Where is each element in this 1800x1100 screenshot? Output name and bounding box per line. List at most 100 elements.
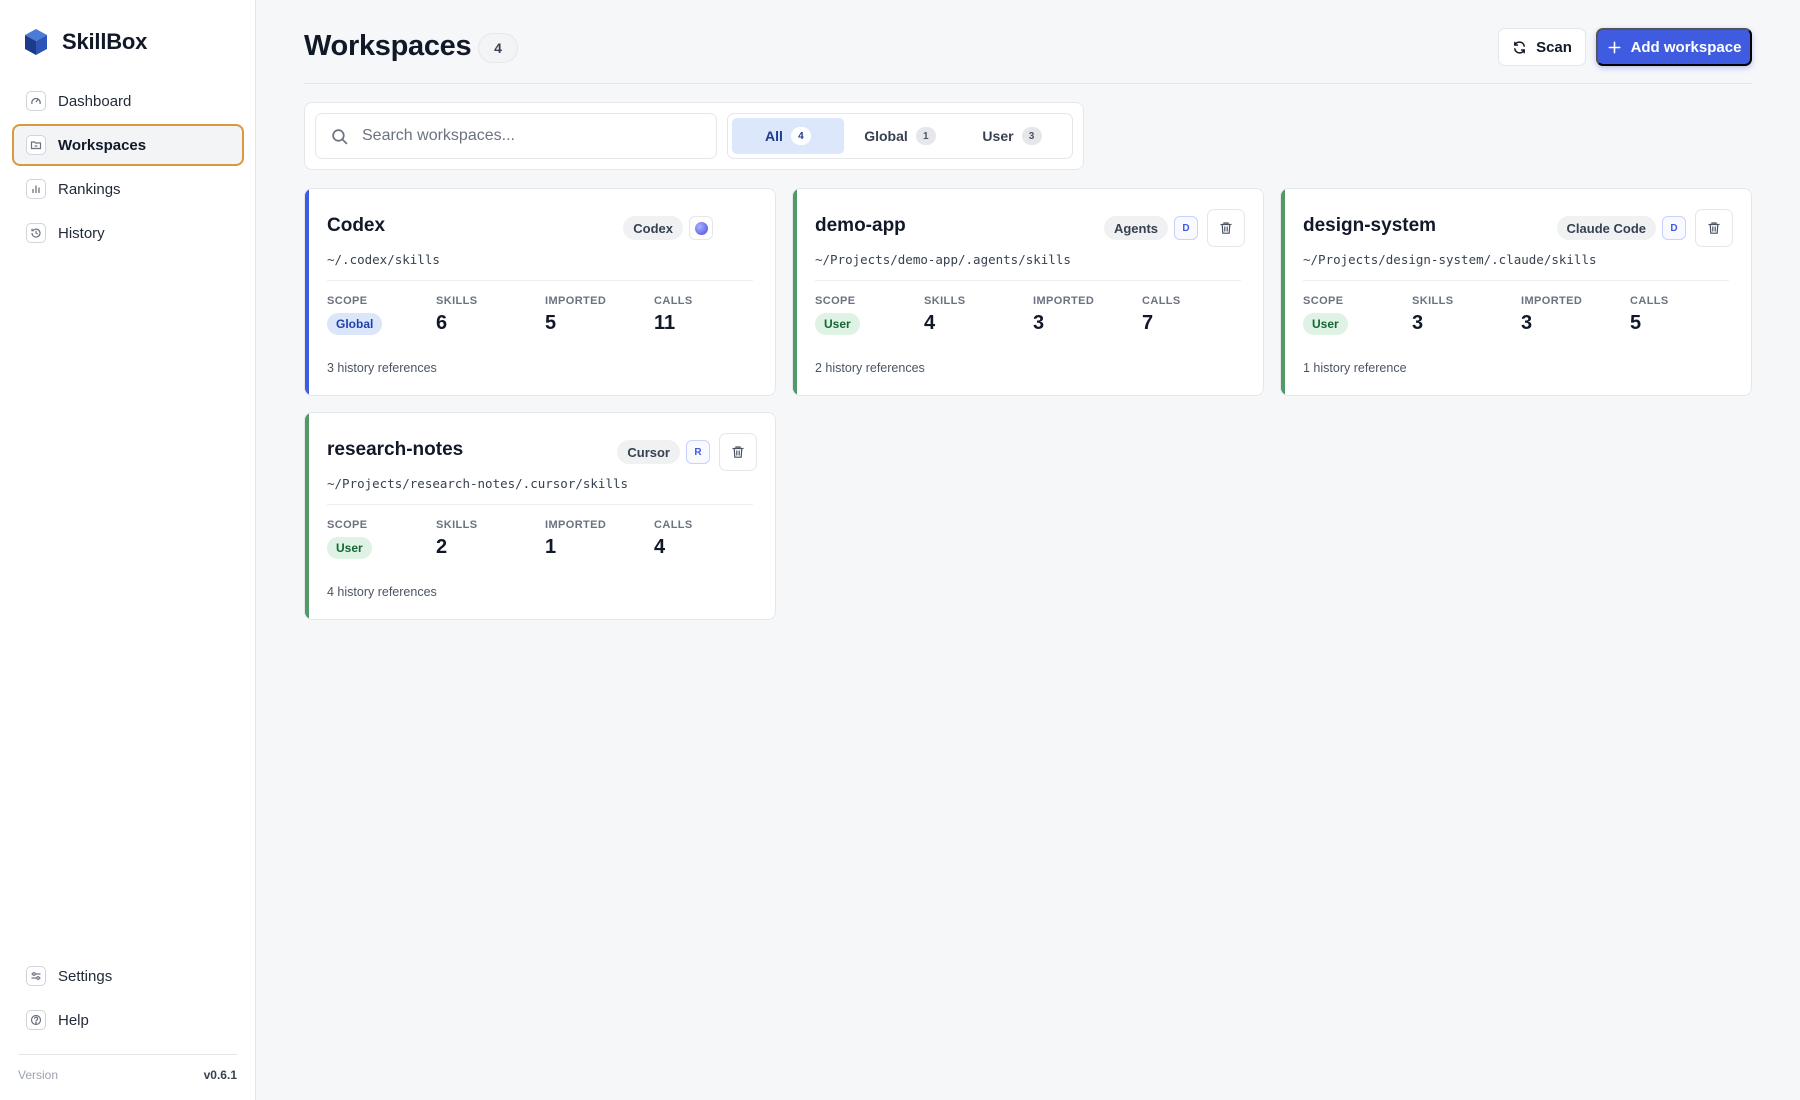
history-icon (26, 223, 46, 243)
stat-value: 5 (1630, 312, 1642, 334)
app-name: SkillBox (62, 29, 148, 54)
stat-label: SCOPE (815, 295, 856, 307)
stat-calls: CALLS 5 (1630, 295, 1739, 335)
workspace-name: research-notes (327, 439, 464, 460)
workspace-card-demo-app[interactable]: demo-app Agents D ~/Projects/demo-app/.a… (792, 188, 1264, 396)
sidebar-item-label: History (58, 224, 105, 242)
sidebar-item-help[interactable]: Help (12, 999, 244, 1041)
scope-filter: All 4 Global 1 User 3 (727, 113, 1073, 159)
card-divider (1303, 280, 1729, 281)
stat-label: IMPORTED (545, 519, 607, 531)
stat-value: 7 (1142, 312, 1154, 334)
trash-icon (732, 446, 744, 458)
trash-icon (1708, 222, 1720, 234)
filter-global[interactable]: Global 1 (844, 118, 956, 154)
stat-skills: SKILLS 6 (436, 295, 545, 335)
stat-label: SKILLS (924, 295, 966, 307)
search-icon (332, 128, 348, 144)
workspace-toolbar: All 4 Global 1 User 3 (304, 102, 1084, 170)
stat-value: 6 (436, 312, 448, 334)
card-divider (815, 280, 1241, 281)
sliders-icon (26, 966, 46, 986)
scope-badge: User (327, 537, 372, 559)
sidebar-item-label: Help (58, 1011, 89, 1029)
history-references: 4 history references (327, 585, 437, 599)
stat-value: 2 (436, 536, 448, 558)
brand[interactable]: SkillBox (24, 28, 147, 56)
card-accent-bar (305, 413, 309, 619)
plus-icon (1608, 41, 1621, 53)
version-info: Version v0.6.1 (18, 1054, 237, 1082)
scan-button-label: Scan (1536, 38, 1572, 56)
stat-skills: SKILLS 2 (436, 519, 545, 559)
workspace-name: Codex (327, 215, 386, 236)
stat-label: SKILLS (1412, 295, 1454, 307)
stat-value: 4 (924, 312, 936, 334)
sidebar-item-label: Settings (58, 967, 113, 985)
workspace-path: ~/Projects/demo-app/.agents/skills (815, 252, 1071, 267)
filter-label: User (982, 128, 1014, 144)
stat-imported: IMPORTED 3 (1033, 295, 1142, 335)
filter-all[interactable]: All 4 (732, 118, 844, 154)
stat-label: IMPORTED (1521, 295, 1583, 307)
sidebar-item-label: Workspaces (58, 136, 147, 154)
sidebar: SkillBox Dashboard Workspaces Rankings H… (0, 0, 256, 1100)
add-workspace-button[interactable]: Add workspace (1596, 28, 1752, 66)
search-box[interactable] (315, 113, 717, 159)
history-references: 1 history reference (1303, 361, 1407, 375)
scope-badge: User (815, 313, 860, 335)
stat-calls: CALLS 11 (654, 295, 763, 335)
sidebar-item-dashboard[interactable]: Dashboard (12, 80, 244, 122)
delete-workspace-button[interactable] (1695, 209, 1733, 247)
stat-label: CALLS (1630, 295, 1669, 307)
card-actions: Agents D (1103, 209, 1245, 247)
agent-avatar: R (686, 440, 710, 464)
stat-scope: SCOPE User (815, 295, 924, 335)
codex-logo-icon (689, 216, 713, 240)
agent-badge: Cursor (617, 440, 680, 464)
sidebar-item-workspaces[interactable]: Workspaces (12, 124, 244, 166)
card-divider (327, 280, 753, 281)
stat-label: CALLS (1142, 295, 1181, 307)
workspace-path: ~/Projects/design-system/.claude/skills (1303, 252, 1597, 267)
stat-label: SKILLS (436, 295, 478, 307)
workspace-path: ~/Projects/research-notes/.cursor/skills (327, 476, 629, 491)
stat-value: 5 (545, 312, 557, 334)
workspace-card-codex[interactable]: Codex Codex ~/.codex/skills SCOPE Global… (304, 188, 776, 396)
scope-badge: User (1303, 313, 1348, 335)
delete-workspace-button[interactable] (719, 433, 757, 471)
sidebar-item-settings[interactable]: Settings (12, 955, 244, 997)
filter-count: 3 (1021, 127, 1042, 145)
sidebar-item-rankings[interactable]: Rankings (12, 168, 244, 210)
delete-workspace-button[interactable] (1207, 209, 1245, 247)
card-actions: Cursor R (617, 433, 757, 471)
workspace-card-research-notes[interactable]: research-notes Cursor R ~/Projects/resea… (304, 412, 776, 620)
scan-button[interactable]: Scan (1498, 28, 1586, 66)
sidebar-nav: Dashboard Workspaces Rankings History (12, 80, 244, 256)
gauge-icon (26, 91, 46, 111)
workspace-count-badge: 4 (478, 33, 518, 63)
sidebar-item-history[interactable]: History (12, 212, 244, 254)
stat-scope: SCOPE Global (327, 295, 436, 335)
filter-user[interactable]: User 3 (956, 118, 1068, 154)
workspace-name: design-system (1303, 215, 1437, 236)
search-input[interactable] (362, 127, 702, 145)
filter-label: Global (864, 128, 908, 144)
stat-calls: CALLS 4 (654, 519, 763, 559)
agent-avatar: D (1662, 216, 1686, 240)
stat-value: 3 (1033, 312, 1045, 334)
stat-value: 11 (654, 312, 676, 334)
card-accent-bar (305, 189, 309, 395)
agent-badge: Claude Code (1556, 216, 1656, 240)
stat-skills: SKILLS 3 (1412, 295, 1521, 335)
version-value: v0.6.1 (203, 1068, 237, 1082)
workspace-stats: SCOPE User SKILLS 4 IMPORTED 3 CALLS 7 (815, 295, 1251, 335)
card-accent-bar (793, 189, 797, 395)
folder-icon (26, 135, 46, 155)
card-actions: Codex (623, 209, 713, 247)
agent-badge: Agents (1103, 216, 1168, 240)
stat-label: IMPORTED (545, 295, 607, 307)
workspace-card-design-system[interactable]: design-system Claude Code D ~/Projects/d… (1280, 188, 1752, 396)
trash-icon (1220, 222, 1232, 234)
filter-count: 4 (790, 127, 811, 145)
